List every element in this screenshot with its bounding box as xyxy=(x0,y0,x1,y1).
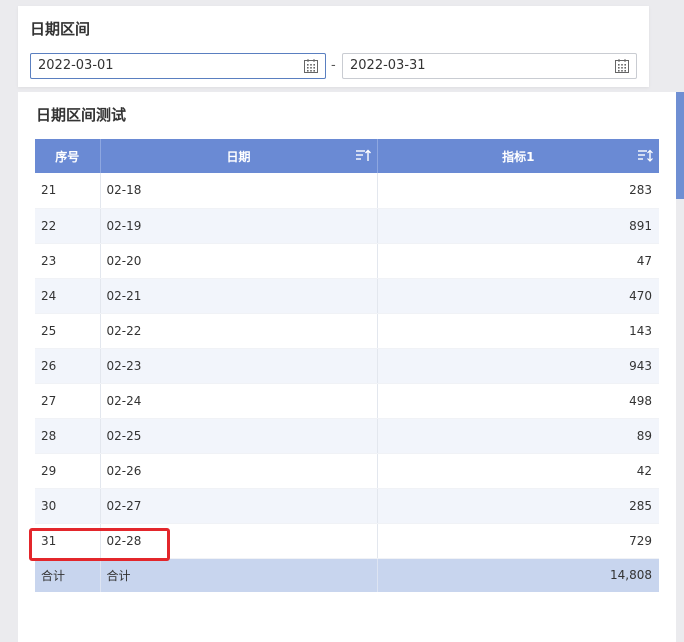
sort-icon[interactable] xyxy=(637,149,653,163)
calendar-icon[interactable] xyxy=(303,58,319,74)
data-table: 序号 日期 指标1 21 02-18 283 22 02-19 891 23 0… xyxy=(35,139,659,592)
cell-metric: 143 xyxy=(377,313,659,349)
cell-date: 02-26 xyxy=(100,453,378,489)
table-row[interactable]: 27 02-24 498 xyxy=(35,383,659,419)
side-panel-tab[interactable] xyxy=(676,92,684,199)
cell-date: 02-18 xyxy=(100,173,378,209)
cell-seq: 21 xyxy=(35,173,101,209)
table-total-row: 合计 合计 14,808 xyxy=(35,558,659,592)
cell-metric: 47 xyxy=(377,243,659,279)
filter-title: 日期区间 xyxy=(30,20,91,38)
cell-metric: 42 xyxy=(377,453,659,489)
table-row[interactable]: 28 02-25 89 xyxy=(35,418,659,454)
cell-metric: 89 xyxy=(377,418,659,454)
sort-ascending-icon[interactable] xyxy=(355,149,371,163)
date-range-separator: - xyxy=(331,58,336,73)
table-row[interactable]: 29 02-26 42 xyxy=(35,453,659,489)
cell-date: 02-24 xyxy=(100,383,378,419)
date-range-filter: 日期区间 2022-03-01 - 2022-03-31 xyxy=(18,6,649,87)
table-row[interactable]: 21 02-18 283 xyxy=(35,173,659,209)
cell-seq: 25 xyxy=(35,313,101,349)
total-metric-value: 14,808 xyxy=(377,558,659,592)
cell-seq: 30 xyxy=(35,488,101,524)
cell-date: 02-25 xyxy=(100,418,378,454)
cell-metric: 470 xyxy=(377,278,659,314)
table-row[interactable]: 30 02-27 285 xyxy=(35,488,659,524)
total-seq-label: 合计 xyxy=(35,558,101,592)
cell-date: 02-22 xyxy=(100,313,378,349)
table-row[interactable]: 23 02-20 47 xyxy=(35,243,659,279)
cell-metric: 498 xyxy=(377,383,659,419)
cell-metric: 891 xyxy=(377,208,659,244)
cell-seq: 29 xyxy=(35,453,101,489)
start-date-value: 2022-03-01 xyxy=(38,58,114,73)
total-date-label: 合计 xyxy=(100,558,378,592)
cell-date: 02-27 xyxy=(100,488,378,524)
table-row[interactable]: 26 02-23 943 xyxy=(35,348,659,384)
end-date-input[interactable]: 2022-03-31 xyxy=(342,53,637,79)
cell-seq: 27 xyxy=(35,383,101,419)
column-header-seq: 序号 xyxy=(35,139,101,173)
end-date-value: 2022-03-31 xyxy=(350,58,426,73)
table-row[interactable]: 24 02-21 470 xyxy=(35,278,659,314)
cell-date: 02-21 xyxy=(100,278,378,314)
start-date-input[interactable]: 2022-03-01 xyxy=(30,53,326,79)
table-row[interactable]: 22 02-19 891 xyxy=(35,208,659,244)
cell-metric: 285 xyxy=(377,488,659,524)
table-widget: 日期区间测试 序号 日期 指标1 21 02-18 283 22 02-19 8… xyxy=(18,92,676,642)
highlight-annotation-box xyxy=(29,528,170,561)
cell-seq: 28 xyxy=(35,418,101,454)
table-title: 日期区间测试 xyxy=(36,106,127,124)
cell-metric: 943 xyxy=(377,348,659,384)
cell-seq: 23 xyxy=(35,243,101,279)
column-header-date[interactable]: 日期 xyxy=(100,139,378,173)
cell-seq: 26 xyxy=(35,348,101,384)
column-header-metric[interactable]: 指标1 xyxy=(377,139,659,173)
cell-seq: 22 xyxy=(35,208,101,244)
cell-date: 02-20 xyxy=(100,243,378,279)
cell-metric: 729 xyxy=(377,523,659,559)
cell-metric: 283 xyxy=(377,173,659,209)
calendar-icon[interactable] xyxy=(614,58,630,74)
cell-date: 02-19 xyxy=(100,208,378,244)
table-row[interactable]: 25 02-22 143 xyxy=(35,313,659,349)
cell-seq: 24 xyxy=(35,278,101,314)
cell-date: 02-23 xyxy=(100,348,378,384)
